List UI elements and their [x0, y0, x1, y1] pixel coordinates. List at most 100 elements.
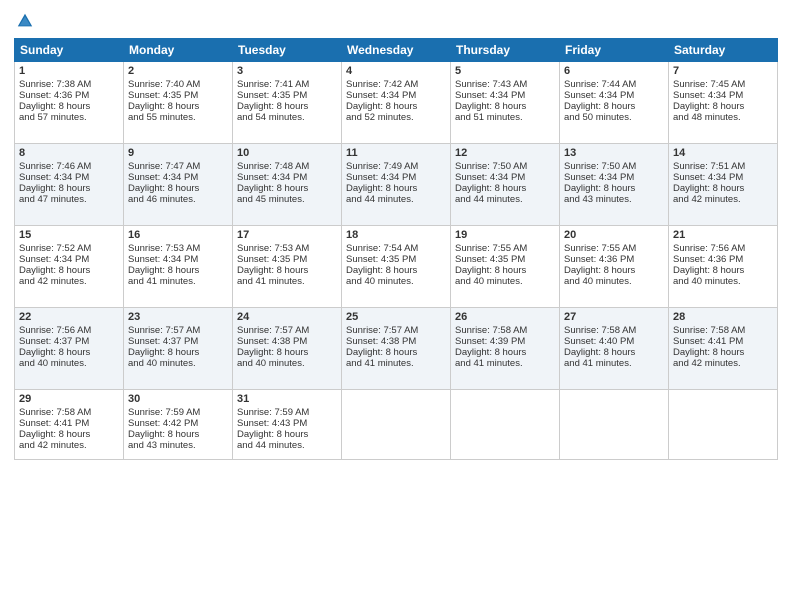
sunrise-info: Sunrise: 7:56 AM — [673, 243, 745, 254]
sunrise-info: Sunrise: 7:57 AM — [346, 325, 418, 336]
daylight-line2: and 43 minutes. — [564, 194, 632, 205]
sunset-info: Sunset: 4:38 PM — [237, 336, 307, 347]
daylight-line2: and 44 minutes. — [237, 440, 305, 451]
day-number: 18 — [346, 229, 446, 241]
daylight-line1: Daylight: 8 hours — [128, 429, 199, 440]
daylight-line1: Daylight: 8 hours — [673, 183, 744, 194]
daylight-line1: Daylight: 8 hours — [455, 183, 526, 194]
day-number: 1 — [19, 65, 119, 77]
daylight-line2: and 52 minutes. — [346, 112, 414, 123]
sunrise-info: Sunrise: 7:55 AM — [455, 243, 527, 254]
sunrise-info: Sunrise: 7:59 AM — [128, 407, 200, 418]
calendar-cell: 26 Sunrise: 7:58 AM Sunset: 4:39 PM Dayl… — [451, 308, 560, 390]
daylight-line2: and 41 minutes. — [564, 358, 632, 369]
sunrise-info: Sunrise: 7:58 AM — [564, 325, 636, 336]
sunrise-info: Sunrise: 7:45 AM — [673, 79, 745, 90]
sunrise-info: Sunrise: 7:47 AM — [128, 161, 200, 172]
calendar-cell: 16 Sunrise: 7:53 AM Sunset: 4:34 PM Dayl… — [124, 226, 233, 308]
daylight-line2: and 40 minutes. — [673, 276, 741, 287]
sunrise-info: Sunrise: 7:41 AM — [237, 79, 309, 90]
day-number: 7 — [673, 65, 773, 77]
daylight-line1: Daylight: 8 hours — [673, 347, 744, 358]
day-number: 13 — [564, 147, 664, 159]
daylight-line2: and 54 minutes. — [237, 112, 305, 123]
calendar-cell: 5 Sunrise: 7:43 AM Sunset: 4:34 PM Dayli… — [451, 62, 560, 144]
daylight-line1: Daylight: 8 hours — [19, 101, 90, 112]
daylight-line2: and 44 minutes. — [455, 194, 523, 205]
calendar-cell: 19 Sunrise: 7:55 AM Sunset: 4:35 PM Dayl… — [451, 226, 560, 308]
sunrise-info: Sunrise: 7:57 AM — [237, 325, 309, 336]
calendar-cell: 27 Sunrise: 7:58 AM Sunset: 4:40 PM Dayl… — [560, 308, 669, 390]
daylight-line1: Daylight: 8 hours — [346, 101, 417, 112]
calendar-cell: 7 Sunrise: 7:45 AM Sunset: 4:34 PM Dayli… — [669, 62, 778, 144]
sunset-info: Sunset: 4:34 PM — [564, 90, 634, 101]
calendar-cell: 22 Sunrise: 7:56 AM Sunset: 4:37 PM Dayl… — [15, 308, 124, 390]
daylight-line1: Daylight: 8 hours — [564, 183, 635, 194]
calendar-cell: 21 Sunrise: 7:56 AM Sunset: 4:36 PM Dayl… — [669, 226, 778, 308]
calendar-cell: 24 Sunrise: 7:57 AM Sunset: 4:38 PM Dayl… — [233, 308, 342, 390]
daylight-line2: and 40 minutes. — [455, 276, 523, 287]
daylight-line1: Daylight: 8 hours — [128, 265, 199, 276]
weekday-header-saturday: Saturday — [669, 39, 778, 62]
weekday-header-tuesday: Tuesday — [233, 39, 342, 62]
sunset-info: Sunset: 4:34 PM — [128, 254, 198, 265]
daylight-line1: Daylight: 8 hours — [673, 265, 744, 276]
daylight-line2: and 40 minutes. — [19, 358, 87, 369]
sunset-info: Sunset: 4:34 PM — [673, 172, 743, 183]
day-number: 31 — [237, 393, 337, 405]
daylight-line1: Daylight: 8 hours — [455, 101, 526, 112]
sunset-info: Sunset: 4:35 PM — [237, 254, 307, 265]
daylight-line2: and 42 minutes. — [673, 358, 741, 369]
sunset-info: Sunset: 4:34 PM — [346, 90, 416, 101]
day-number: 14 — [673, 147, 773, 159]
daylight-line2: and 48 minutes. — [673, 112, 741, 123]
calendar-cell — [560, 390, 669, 460]
sunrise-info: Sunrise: 7:50 AM — [455, 161, 527, 172]
daylight-line1: Daylight: 8 hours — [19, 429, 90, 440]
calendar-cell: 18 Sunrise: 7:54 AM Sunset: 4:35 PM Dayl… — [342, 226, 451, 308]
sunrise-info: Sunrise: 7:51 AM — [673, 161, 745, 172]
sunrise-info: Sunrise: 7:40 AM — [128, 79, 200, 90]
day-number: 10 — [237, 147, 337, 159]
sunrise-info: Sunrise: 7:58 AM — [455, 325, 527, 336]
sunrise-info: Sunrise: 7:42 AM — [346, 79, 418, 90]
day-number: 24 — [237, 311, 337, 323]
calendar-cell: 4 Sunrise: 7:42 AM Sunset: 4:34 PM Dayli… — [342, 62, 451, 144]
sunrise-info: Sunrise: 7:53 AM — [128, 243, 200, 254]
daylight-line2: and 42 minutes. — [19, 440, 87, 451]
daylight-line2: and 46 minutes. — [128, 194, 196, 205]
daylight-line2: and 44 minutes. — [346, 194, 414, 205]
daylight-line2: and 51 minutes. — [455, 112, 523, 123]
sunrise-info: Sunrise: 7:38 AM — [19, 79, 91, 90]
daylight-line1: Daylight: 8 hours — [19, 347, 90, 358]
sunset-info: Sunset: 4:35 PM — [128, 90, 198, 101]
daylight-line1: Daylight: 8 hours — [564, 101, 635, 112]
sunrise-info: Sunrise: 7:48 AM — [237, 161, 309, 172]
sunset-info: Sunset: 4:34 PM — [564, 172, 634, 183]
calendar-cell: 25 Sunrise: 7:57 AM Sunset: 4:38 PM Dayl… — [342, 308, 451, 390]
calendar-cell: 14 Sunrise: 7:51 AM Sunset: 4:34 PM Dayl… — [669, 144, 778, 226]
calendar-cell: 11 Sunrise: 7:49 AM Sunset: 4:34 PM Dayl… — [342, 144, 451, 226]
sunset-info: Sunset: 4:36 PM — [673, 254, 743, 265]
calendar-cell: 29 Sunrise: 7:58 AM Sunset: 4:41 PM Dayl… — [15, 390, 124, 460]
day-number: 30 — [128, 393, 228, 405]
sunrise-info: Sunrise: 7:55 AM — [564, 243, 636, 254]
sunset-info: Sunset: 4:37 PM — [128, 336, 198, 347]
weekday-header-friday: Friday — [560, 39, 669, 62]
daylight-line2: and 41 minutes. — [128, 276, 196, 287]
daylight-line1: Daylight: 8 hours — [346, 347, 417, 358]
calendar-cell: 23 Sunrise: 7:57 AM Sunset: 4:37 PM Dayl… — [124, 308, 233, 390]
daylight-line1: Daylight: 8 hours — [673, 101, 744, 112]
calendar-cell: 6 Sunrise: 7:44 AM Sunset: 4:34 PM Dayli… — [560, 62, 669, 144]
daylight-line2: and 40 minutes. — [564, 276, 632, 287]
daylight-line2: and 41 minutes. — [346, 358, 414, 369]
sunset-info: Sunset: 4:34 PM — [19, 254, 89, 265]
day-number: 28 — [673, 311, 773, 323]
daylight-line2: and 41 minutes. — [455, 358, 523, 369]
day-number: 4 — [346, 65, 446, 77]
sunset-info: Sunset: 4:34 PM — [237, 172, 307, 183]
daylight-line2: and 47 minutes. — [19, 194, 87, 205]
sunset-info: Sunset: 4:41 PM — [19, 418, 89, 429]
sunrise-info: Sunrise: 7:56 AM — [19, 325, 91, 336]
sunrise-info: Sunrise: 7:43 AM — [455, 79, 527, 90]
